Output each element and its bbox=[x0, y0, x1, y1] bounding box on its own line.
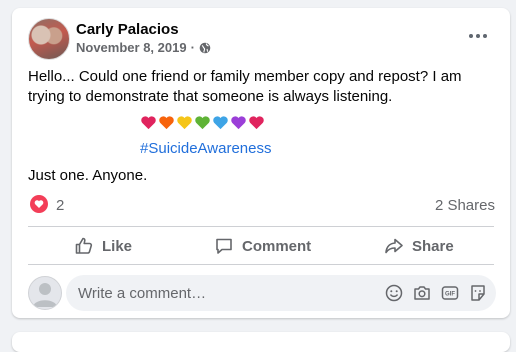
post-card: Carly Palacios November 8, 2019 · Hello.… bbox=[12, 8, 510, 318]
comment-placeholder: Write a comment… bbox=[78, 285, 207, 302]
author-avatar[interactable] bbox=[28, 18, 70, 60]
reaction-count[interactable]: 2 bbox=[56, 197, 64, 214]
thumbs-up-icon bbox=[75, 237, 93, 254]
meta-separator: · bbox=[190, 40, 195, 55]
like-label: Like bbox=[102, 237, 133, 255]
comment-icon bbox=[216, 238, 232, 254]
heart-emoji-icon bbox=[213, 116, 228, 130]
heart-emoji-icon bbox=[195, 116, 210, 130]
post-date[interactable]: November 8, 2019 bbox=[76, 40, 187, 55]
emoji-hearts bbox=[140, 114, 265, 131]
heart-emoji-icon bbox=[141, 116, 156, 130]
hashtag-link[interactable]: #SuicideAwareness bbox=[140, 140, 271, 157]
author-name[interactable]: Carly Palacios bbox=[76, 21, 179, 38]
post-body-text: Hello... Could one friend or family memb… bbox=[28, 68, 462, 105]
comment-label: Comment bbox=[242, 237, 312, 255]
next-post-card bbox=[12, 332, 510, 352]
commenter-avatar[interactable] bbox=[28, 276, 62, 310]
post-closing-text: Just one. Anyone. bbox=[28, 167, 148, 184]
emoji-icon[interactable] bbox=[384, 283, 404, 303]
gif-icon[interactable]: GIF bbox=[440, 283, 460, 303]
share-icon bbox=[385, 238, 403, 254]
more-options-icon[interactable] bbox=[466, 26, 490, 46]
svg-text:GIF: GIF bbox=[445, 292, 455, 298]
sticker-icon[interactable] bbox=[468, 283, 488, 303]
heart-emoji-icon bbox=[231, 116, 246, 130]
heart-emoji-icon bbox=[177, 116, 192, 130]
divider bbox=[28, 226, 494, 227]
divider bbox=[28, 264, 494, 265]
comment-button[interactable]: Comment bbox=[214, 233, 311, 259]
share-label: Share bbox=[412, 237, 454, 255]
shares-count[interactable]: 2 Shares bbox=[435, 197, 495, 214]
heart-emoji-icon bbox=[159, 116, 174, 130]
globe-icon[interactable] bbox=[199, 42, 211, 54]
camera-icon[interactable] bbox=[412, 283, 432, 303]
share-button[interactable]: Share bbox=[384, 233, 454, 259]
love-reaction-icon[interactable] bbox=[30, 195, 48, 213]
comment-input[interactable]: Write a comment… GIF bbox=[66, 275, 496, 311]
like-button[interactable]: Like bbox=[74, 233, 132, 259]
heart-emoji-icon bbox=[249, 116, 264, 130]
post-meta: November 8, 2019 · bbox=[76, 40, 211, 55]
